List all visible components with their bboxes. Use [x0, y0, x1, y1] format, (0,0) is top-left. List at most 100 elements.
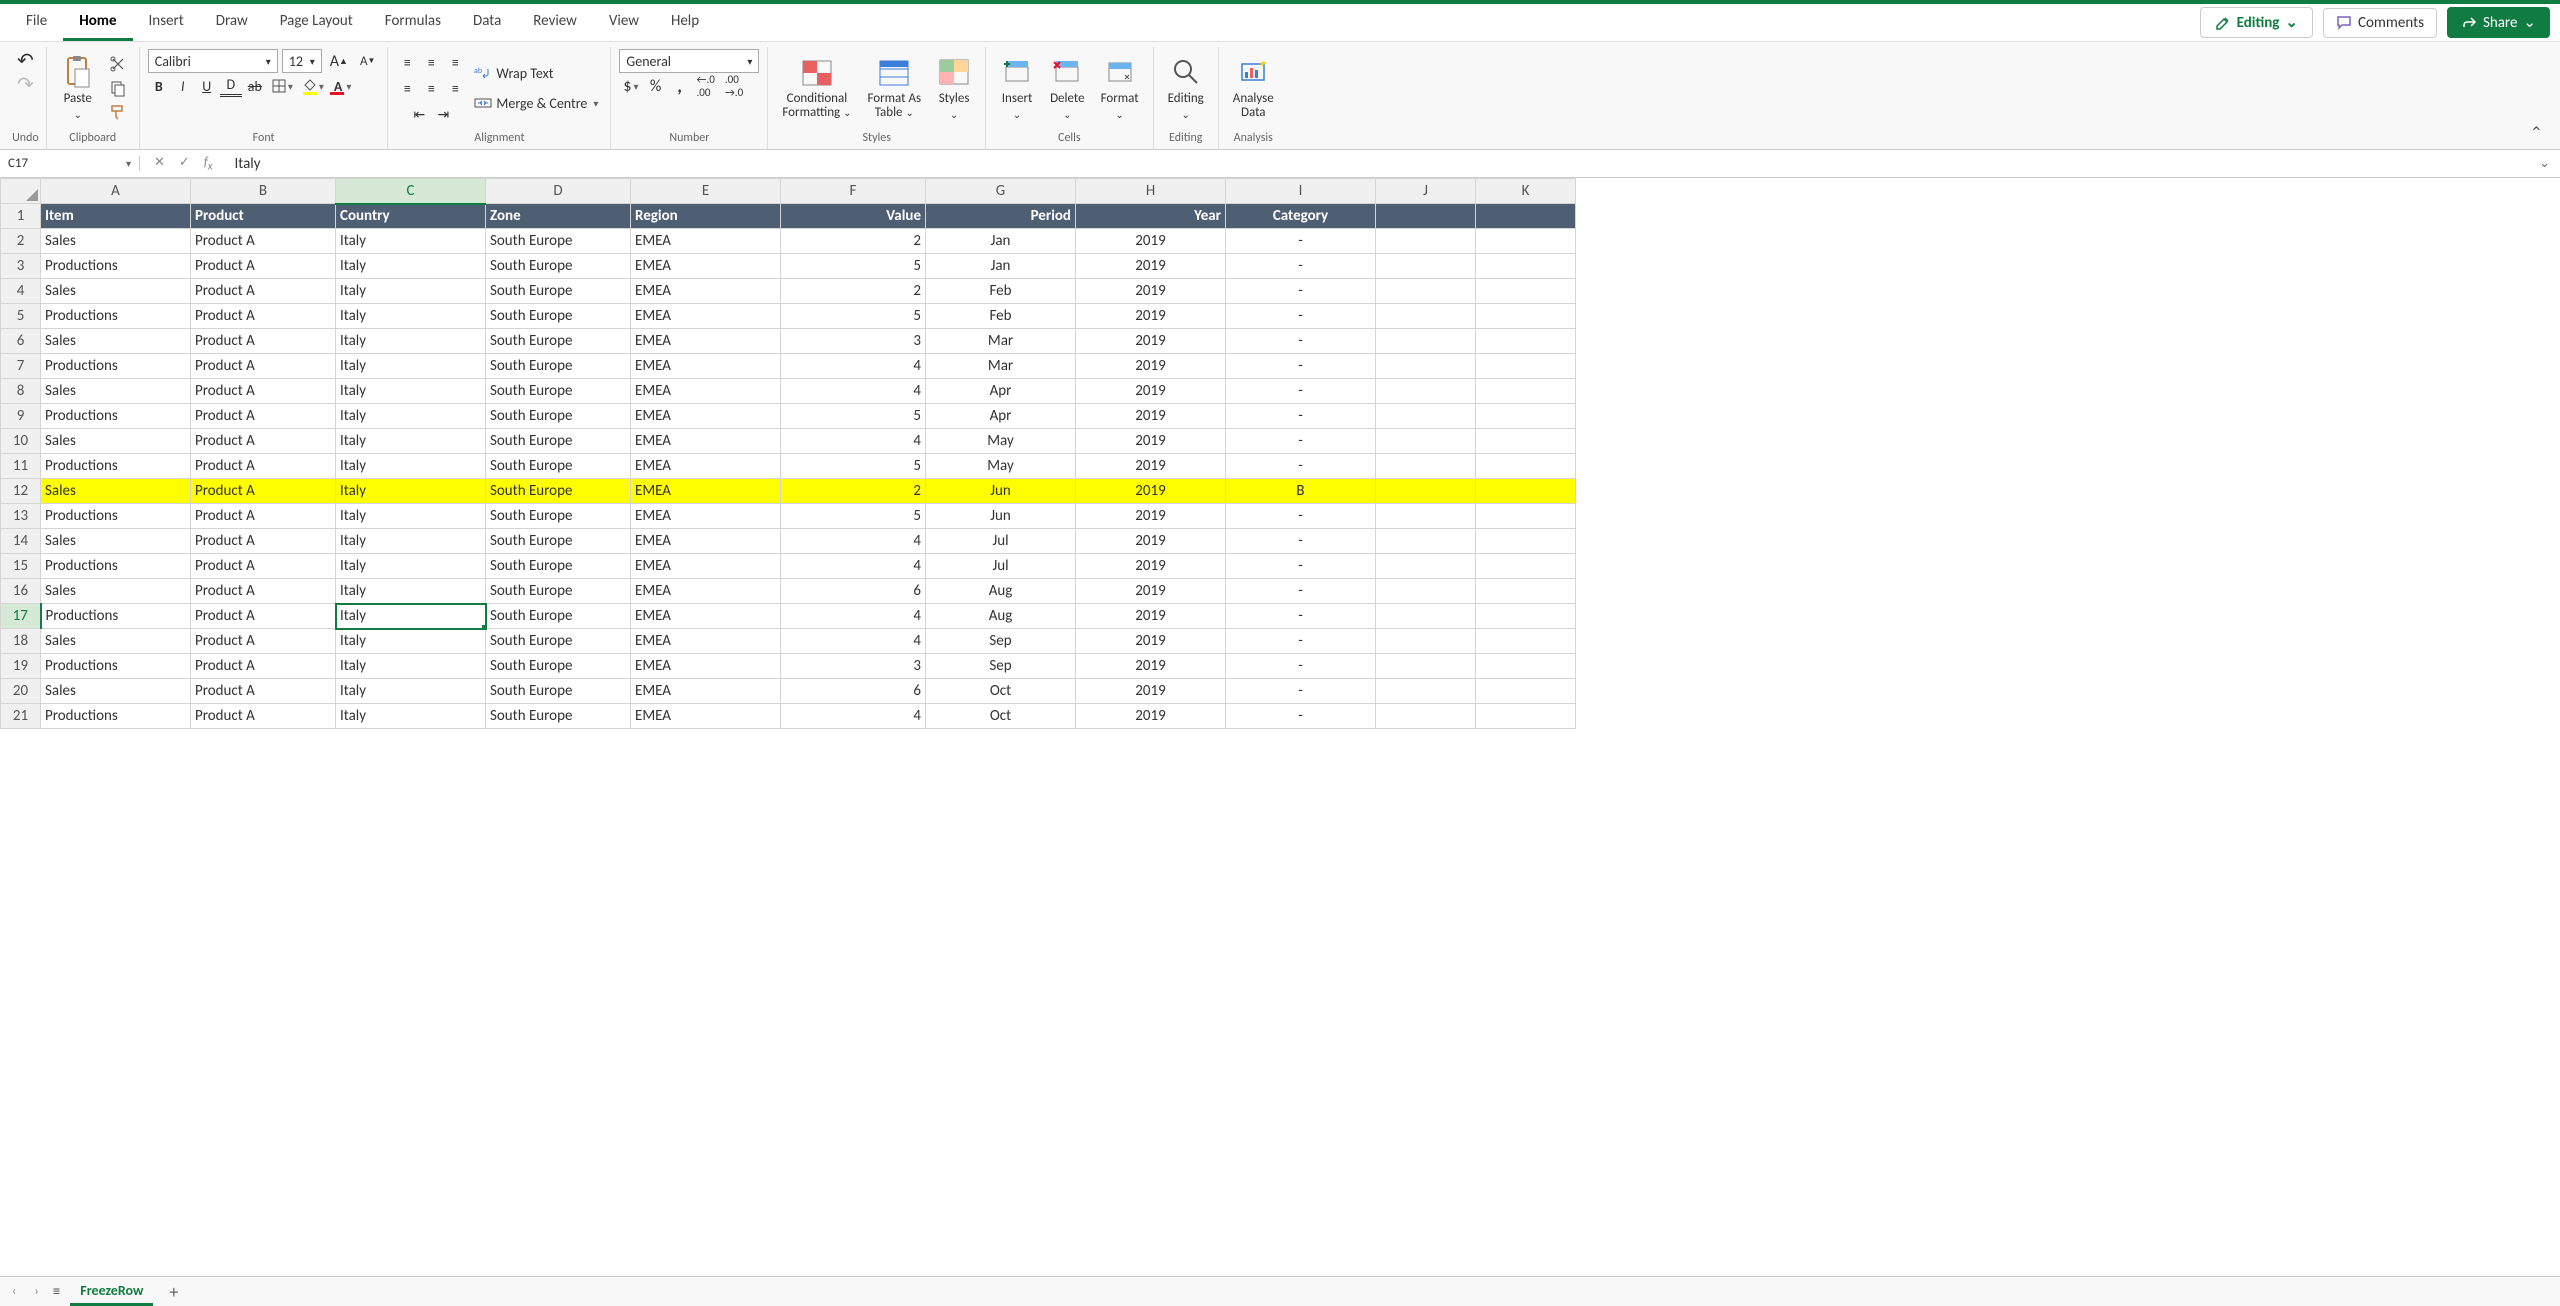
cell[interactable]: 2 — [781, 479, 926, 504]
cell-styles-button[interactable]: Styles ⌄ — [931, 53, 977, 123]
cell[interactable] — [1376, 254, 1476, 279]
cell[interactable]: EMEA — [631, 429, 781, 454]
cell[interactable]: Jan — [926, 229, 1076, 254]
tab-home[interactable]: Home — [63, 4, 132, 41]
cell[interactable] — [1376, 454, 1476, 479]
cell[interactable]: Zone — [486, 204, 631, 229]
cell[interactable]: - — [1226, 304, 1376, 329]
tab-data[interactable]: Data — [457, 4, 517, 41]
cell[interactable]: South Europe — [486, 379, 631, 404]
column-header-F[interactable]: F — [781, 179, 926, 204]
cell[interactable]: Italy — [336, 429, 486, 454]
cell[interactable]: EMEA — [631, 479, 781, 504]
decrease-indent-button[interactable]: ⇤ — [408, 103, 430, 125]
cell[interactable]: 2019 — [1076, 379, 1226, 404]
cell[interactable] — [1376, 429, 1476, 454]
cell[interactable]: EMEA — [631, 304, 781, 329]
cell[interactable] — [1476, 579, 1576, 604]
cell[interactable]: Productions — [41, 404, 191, 429]
cell[interactable]: Sales — [41, 679, 191, 704]
cell[interactable]: Feb — [926, 304, 1076, 329]
cell[interactable]: Product A — [191, 329, 336, 354]
cell[interactable] — [1476, 229, 1576, 254]
cell[interactable]: Oct — [926, 704, 1076, 729]
comments-button[interactable]: Comments — [2323, 8, 2437, 38]
strikethrough-button[interactable]: ab — [244, 75, 266, 97]
cell[interactable]: 2019 — [1076, 354, 1226, 379]
row-header-3[interactable]: 3 — [1, 254, 41, 279]
cell[interactable] — [1476, 529, 1576, 554]
cell[interactable] — [1476, 279, 1576, 304]
cell[interactable]: South Europe — [486, 304, 631, 329]
cell[interactable]: 2019 — [1076, 504, 1226, 529]
cell[interactable] — [1476, 679, 1576, 704]
cell[interactable]: - — [1226, 379, 1376, 404]
cell[interactable]: South Europe — [486, 704, 631, 729]
cell[interactable]: 4 — [781, 604, 926, 629]
cell[interactable] — [1376, 554, 1476, 579]
row-header-10[interactable]: 10 — [1, 429, 41, 454]
cell[interactable]: May — [926, 454, 1076, 479]
cell[interactable]: Italy — [336, 504, 486, 529]
tab-view[interactable]: View — [593, 4, 655, 41]
cell[interactable]: 2019 — [1076, 579, 1226, 604]
sheet-nav-next[interactable]: › — [30, 1284, 42, 1299]
cell[interactable]: Aug — [926, 604, 1076, 629]
cell[interactable]: May — [926, 429, 1076, 454]
redo-button[interactable]: ↷ — [13, 73, 38, 95]
row-header-8[interactable]: 8 — [1, 379, 41, 404]
cell[interactable]: - — [1226, 354, 1376, 379]
cell[interactable]: Apr — [926, 404, 1076, 429]
cell[interactable]: 4 — [781, 629, 926, 654]
cell[interactable] — [1476, 629, 1576, 654]
select-all-corner[interactable] — [1, 179, 41, 204]
tab-page-layout[interactable]: Page Layout — [264, 4, 369, 41]
cell[interactable]: EMEA — [631, 454, 781, 479]
cell[interactable]: Sales — [41, 529, 191, 554]
underline-button[interactable]: U — [196, 75, 218, 97]
row-header-4[interactable]: 4 — [1, 279, 41, 304]
cell[interactable]: Italy — [336, 279, 486, 304]
grow-font-button[interactable]: A▲ — [326, 50, 352, 72]
cell[interactable]: 2019 — [1076, 279, 1226, 304]
cell[interactable]: Product A — [191, 504, 336, 529]
font-name-select[interactable]: Calibri ▾ — [148, 49, 278, 73]
sheet-nav-prev[interactable]: ‹ — [8, 1284, 20, 1299]
cell[interactable]: Sales — [41, 229, 191, 254]
cell[interactable]: 4 — [781, 379, 926, 404]
cell[interactable]: - — [1226, 554, 1376, 579]
cell[interactable]: Product A — [191, 654, 336, 679]
cell[interactable] — [1476, 704, 1576, 729]
cell[interactable]: 5 — [781, 254, 926, 279]
font-size-select[interactable]: 12 ▾ — [282, 49, 322, 73]
row-header-19[interactable]: 19 — [1, 654, 41, 679]
borders-button[interactable] — [268, 75, 297, 97]
cell[interactable] — [1376, 604, 1476, 629]
cell[interactable] — [1476, 379, 1576, 404]
cell[interactable]: EMEA — [631, 404, 781, 429]
column-header-C[interactable]: C — [336, 179, 486, 204]
cell[interactable]: 2019 — [1076, 704, 1226, 729]
undo-button[interactable]: ↶ — [13, 49, 38, 71]
cell[interactable]: Product A — [191, 529, 336, 554]
cell[interactable]: 2019 — [1076, 304, 1226, 329]
cell[interactable]: Italy — [336, 529, 486, 554]
cell[interactable]: Productions — [41, 704, 191, 729]
cell[interactable]: 2019 — [1076, 329, 1226, 354]
add-sheet-button[interactable]: + — [163, 1281, 184, 1303]
name-box[interactable]: C17 ▾ — [0, 156, 140, 171]
cell[interactable]: Product A — [191, 354, 336, 379]
decrease-decimal-button[interactable]: .00→.0 — [721, 75, 747, 97]
wrap-text-button[interactable]: ab Wrap Text — [470, 62, 557, 84]
cell[interactable]: Product A — [191, 454, 336, 479]
cell[interactable]: 4 — [781, 429, 926, 454]
cell[interactable]: 2019 — [1076, 604, 1226, 629]
cell[interactable]: Jul — [926, 554, 1076, 579]
cell[interactable]: EMEA — [631, 504, 781, 529]
format-as-table-button[interactable]: Format AsTable ⌄ — [861, 54, 927, 123]
cell[interactable]: Value — [781, 204, 926, 229]
cell[interactable] — [1376, 279, 1476, 304]
cell[interactable] — [1476, 654, 1576, 679]
cell[interactable]: 5 — [781, 454, 926, 479]
cell[interactable]: South Europe — [486, 529, 631, 554]
